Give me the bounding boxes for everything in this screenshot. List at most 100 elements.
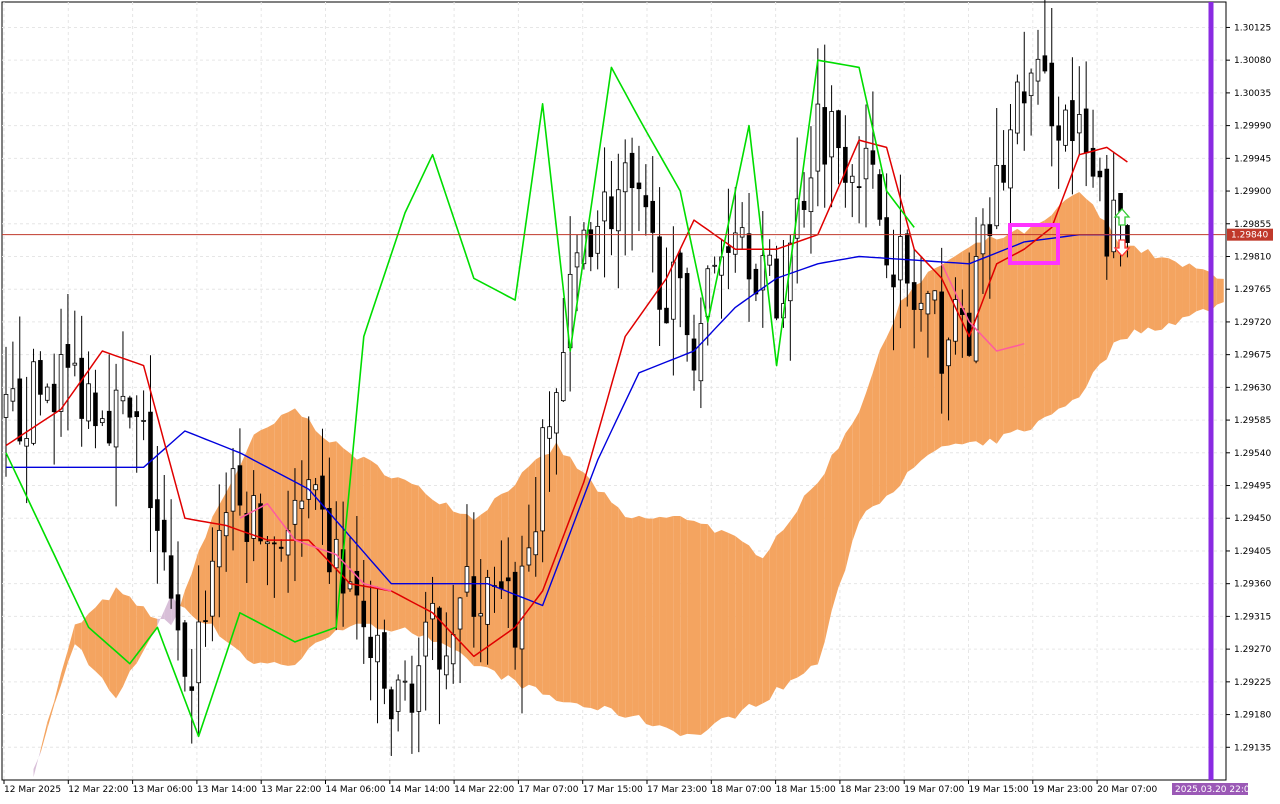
y-tick-label: 1.29405	[1234, 547, 1271, 557]
cloud-bull-segment	[453, 511, 461, 653]
cloud-bull-segment	[762, 549, 770, 704]
candle-bear	[609, 196, 614, 230]
y-tick-label: 1.29495	[1234, 482, 1271, 492]
candle-bear	[1083, 108, 1089, 154]
candle-bear	[891, 274, 896, 288]
cloud-bull-segment	[632, 515, 639, 717]
cloud-bull-segment	[749, 545, 756, 707]
x-tick-label: 12 Mar 22:00	[68, 785, 128, 795]
candle-bull	[464, 566, 470, 593]
cloud-bull-segment	[198, 537, 206, 624]
candle-bull	[698, 323, 704, 382]
cloud-bull-segment	[1148, 248, 1155, 331]
cloud-bull-segment	[914, 282, 922, 468]
candle-bull	[196, 621, 201, 684]
candle-bear	[361, 600, 367, 628]
ichimoku-chart[interactable]: 1.29840 2025.03.20 22:00 1.30125 1.30080 1.…	[0, 0, 1280, 800]
cloud-bull-segment	[122, 594, 130, 687]
candle-bull	[540, 427, 545, 532]
cloud-bull-segment	[852, 412, 860, 542]
candle-bear	[774, 258, 779, 319]
x-tick-label: 18 Mar 07:00	[711, 785, 771, 795]
candle-bear	[1001, 164, 1006, 183]
cloud-bull-segment	[1072, 191, 1080, 401]
candle-bear	[127, 397, 133, 418]
candle-bear	[1049, 62, 1055, 127]
candle-bull	[402, 680, 408, 683]
cloud-bull-segment	[618, 507, 626, 718]
candle-bull	[1008, 129, 1013, 189]
cloud-bull-segment	[405, 479, 412, 634]
cloud-bull-segment	[1168, 258, 1176, 326]
candle-bull	[898, 236, 903, 281]
candle-bear	[1070, 100, 1075, 142]
candle-bear	[175, 594, 181, 631]
cloud-bull-segment	[1044, 214, 1052, 418]
cloud-bull-segment	[590, 479, 598, 711]
candle-bear	[409, 683, 415, 713]
cloud-bull-segment	[528, 459, 536, 687]
cloud-bull-segment	[1134, 245, 1142, 334]
candle-bull	[918, 302, 924, 310]
y-tick-label: 1.29585	[1234, 416, 1271, 426]
candle-bull	[450, 634, 456, 665]
candle-bull	[560, 352, 566, 402]
cloud-bull-segment	[700, 523, 708, 736]
candle-bear	[636, 182, 642, 190]
candle-bear	[643, 195, 649, 208]
candle-bull	[547, 426, 552, 439]
y-tick-label: 1.29135	[1234, 743, 1271, 753]
cloud-bull-segment	[1086, 198, 1094, 388]
cloud-bull-segment	[1017, 228, 1025, 432]
candle-bull	[932, 290, 938, 301]
cloud-bull-segment	[1175, 261, 1183, 326]
candle-bull	[265, 541, 270, 545]
candle-bull	[58, 354, 64, 412]
cloud-bull-segment	[1189, 263, 1197, 317]
x-tick-label: 17 Mar 15:00	[583, 785, 643, 795]
cloud-bull-segment	[776, 530, 784, 690]
candle-bear	[189, 686, 195, 691]
cloud-bull-segment	[659, 516, 667, 728]
cloud-bull-segment	[1079, 191, 1087, 398]
candle-bear	[182, 622, 188, 677]
candle-bull	[973, 256, 979, 362]
candle-bull	[533, 531, 539, 556]
y-tick-label: 1.30035	[1234, 89, 1271, 99]
y-tick-label: 1.29720	[1234, 318, 1271, 328]
candle-bull	[285, 530, 291, 556]
candle-bear	[870, 150, 876, 165]
candle-bear	[1021, 91, 1027, 104]
y-tick-label: 1.29180	[1234, 711, 1271, 721]
candle-bull	[457, 597, 463, 630]
cloud-bull-segment	[638, 515, 646, 724]
candle-bull	[24, 438, 29, 447]
candle-bull	[44, 386, 50, 401]
candle-bear	[843, 146, 848, 183]
cloud-bull-segment	[109, 587, 117, 699]
cloud-bull-segment	[872, 350, 880, 507]
cloud-bull-segment	[714, 529, 722, 724]
chart-area[interactable]: 1.29840 2025.03.20 22:00 1.30125 1.30080 1.…	[0, 0, 1280, 800]
candle-bull	[141, 420, 146, 422]
candle-bull	[616, 189, 621, 232]
cloud-bull-segment	[1038, 220, 1045, 422]
cloud-bull-segment	[645, 518, 653, 727]
cloud-bull-segment	[398, 477, 406, 630]
x-tick-label: 19 Mar 23:00	[1033, 785, 1093, 795]
candle-bear	[822, 107, 828, 165]
cloud-bull-segment	[838, 433, 846, 588]
cloud-bull-segment	[996, 237, 1004, 444]
candle-bear	[168, 555, 174, 599]
candle-bear	[657, 236, 662, 310]
candle-bull	[732, 232, 738, 255]
cloud-bull-segment	[742, 541, 750, 711]
candle-bull	[1076, 114, 1082, 134]
candle-bull	[671, 261, 676, 320]
candle-bull	[120, 395, 126, 402]
candle-bull	[444, 655, 449, 676]
candle-bull	[72, 362, 78, 366]
cloud-bull-segment	[446, 502, 454, 650]
cloud-bull-segment	[687, 519, 694, 735]
candle-bull	[395, 679, 401, 712]
